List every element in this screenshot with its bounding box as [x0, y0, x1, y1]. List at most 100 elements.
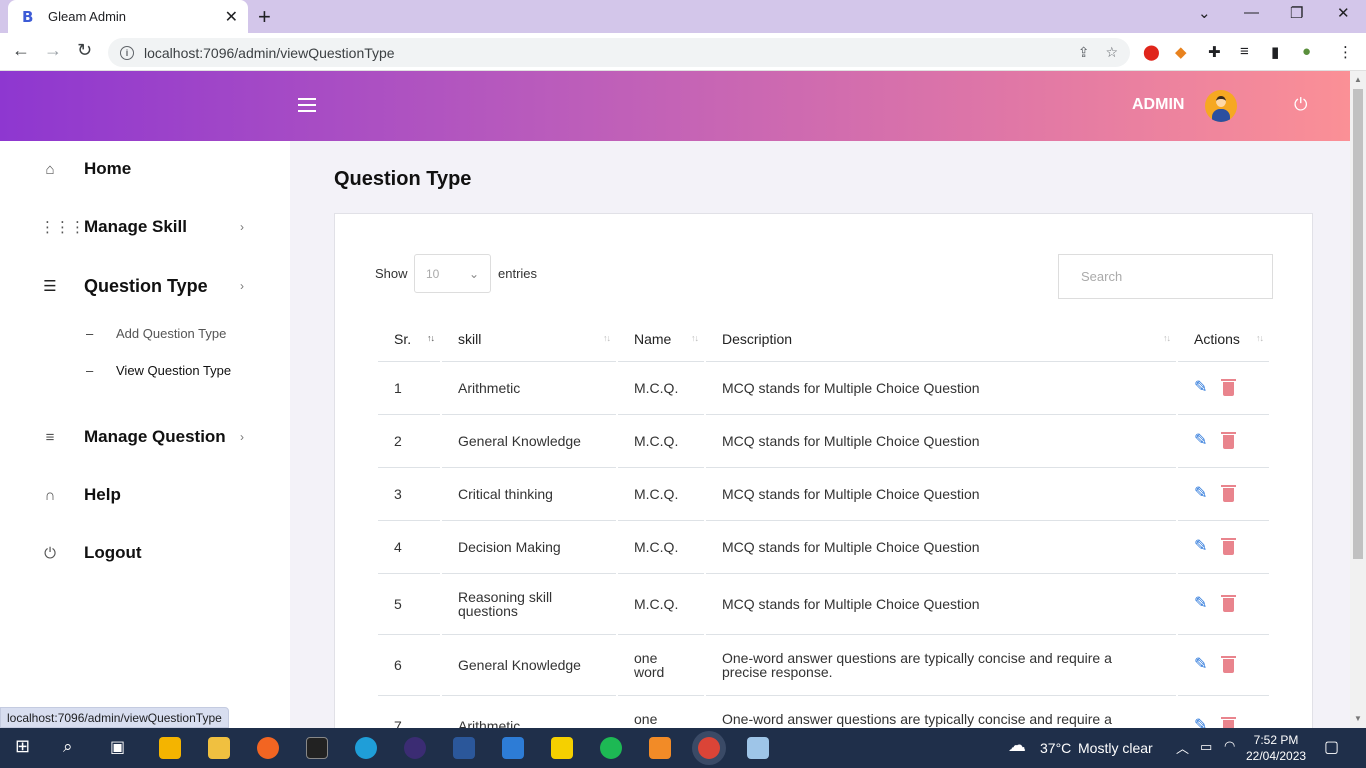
windows-start-icon[interactable]: ⊞ — [15, 736, 30, 757]
sidebar-item-home[interactable]: ⌂ Home — [0, 149, 290, 189]
edit-icon[interactable]: ✎ — [1194, 596, 1207, 612]
spotify-icon[interactable] — [600, 737, 622, 759]
delete-icon[interactable] — [1221, 484, 1237, 502]
edit-icon[interactable]: ✎ — [1194, 657, 1207, 673]
edge-icon[interactable] — [355, 737, 377, 759]
sidebar-item-help[interactable]: ∩ Help — [0, 475, 290, 515]
postman-icon[interactable] — [257, 737, 279, 759]
opera-extension-icon[interactable]: ⬤ — [1143, 43, 1160, 61]
column-header-skill[interactable]: skill ↑↓ — [442, 317, 616, 362]
info-icon[interactable]: i — [120, 45, 134, 60]
sidebar-item-question-type[interactable]: ☰ Question Type › — [0, 266, 290, 306]
column-header-actions[interactable]: Actions ↑↓ — [1178, 317, 1269, 362]
dash-icon: – — [86, 362, 94, 378]
close-tab-icon[interactable]: ✕ — [225, 7, 238, 27]
sort-icon: ↑↓ — [691, 333, 699, 343]
forward-icon[interactable]: → — [44, 40, 62, 61]
sidebar-subitem-view-question-type[interactable]: – View Question Type — [0, 358, 290, 382]
power-icon[interactable]: ⏻ — [1294, 95, 1307, 115]
visual-studio-icon[interactable] — [404, 737, 426, 759]
sidebar-subitem-label: View Question Type — [116, 362, 232, 378]
browser-menu-icon[interactable]: ⋮ — [1338, 43, 1353, 61]
cell-description: MCQ stands for Multiple Choice Question — [706, 521, 1176, 574]
wifi-icon[interactable]: ◠ — [1224, 738, 1235, 754]
tab-search-icon[interactable]: ⌄ — [1198, 4, 1211, 22]
browser-toolbar: ← → ↻ i localhost:7096/admin/viewQuestio… — [0, 33, 1366, 71]
edit-icon[interactable]: ✎ — [1194, 486, 1207, 502]
page-scrollbar[interactable]: ▲ ▼ — [1350, 71, 1366, 728]
weather-icon[interactable]: ☁ — [1008, 735, 1026, 756]
cell-description: MCQ stands for Multiple Choice Question — [706, 362, 1176, 415]
delete-icon[interactable] — [1221, 594, 1237, 612]
cell-sr: 2 — [378, 415, 440, 468]
delete-icon[interactable] — [1221, 655, 1237, 673]
sidebar-subitem-label: Add Question Type — [116, 325, 227, 341]
bookmark-star-icon[interactable]: ☆ — [1105, 44, 1118, 61]
side-panel-icon[interactable]: ▮ — [1271, 43, 1279, 61]
search-input[interactable]: Search — [1058, 254, 1273, 299]
restore-icon[interactable]: ❐ — [1290, 4, 1303, 22]
entries-select[interactable]: 10 ⌄ — [414, 254, 491, 293]
store-icon[interactable] — [159, 737, 181, 759]
file-explorer-icon[interactable] — [208, 737, 230, 759]
scrollbar-thumb[interactable] — [1353, 89, 1363, 559]
chrome-icon[interactable] — [698, 737, 720, 759]
avatar[interactable] — [1205, 90, 1237, 122]
url-text[interactable]: localhost:7096/admin/viewQuestionType — [144, 45, 1062, 61]
table-row: 2 General Knowledge M.C.Q. MCQ stands fo… — [378, 415, 1269, 468]
sidebar-item-label: Help — [84, 485, 121, 504]
scroll-up-icon[interactable]: ▲ — [1354, 75, 1362, 84]
media-queue-icon[interactable]: ≡ — [1240, 43, 1249, 60]
cell-actions: ✎ — [1178, 521, 1269, 574]
back-icon[interactable]: ← — [12, 40, 30, 61]
delete-icon[interactable] — [1221, 378, 1237, 396]
metamask-extension-icon[interactable]: ◆ — [1175, 43, 1187, 61]
calendar-icon[interactable] — [502, 737, 524, 759]
minimize-icon[interactable]: — — [1244, 4, 1259, 21]
search-icon[interactable]: ⌕ — [63, 737, 73, 757]
edit-icon[interactable]: ✎ — [1194, 539, 1207, 555]
notepad-icon[interactable] — [747, 737, 769, 759]
sidebar-item-logout[interactable]: ⏻ Logout — [0, 533, 290, 573]
new-tab-icon[interactable]: + — [258, 4, 271, 30]
scroll-down-icon[interactable]: ▼ — [1354, 714, 1362, 723]
word-icon[interactable] — [453, 737, 475, 759]
sticky-notes-icon[interactable] — [551, 737, 573, 759]
share-icon[interactable]: ⇪ — [1078, 44, 1090, 61]
cell-description: MCQ stands for Multiple Choice Question — [706, 574, 1176, 635]
clock-date: 22/04/2023 — [1246, 749, 1307, 763]
column-header-sr[interactable]: Sr. ↑↓ — [378, 317, 440, 362]
terminal-icon[interactable] — [306, 737, 328, 759]
sidebar-item-manage-question[interactable]: ≡ Manage Question › — [0, 417, 290, 457]
profile-avatar-icon[interactable]: ● — [1302, 43, 1311, 60]
home-icon: ⌂ — [45, 160, 55, 178]
menu-toggle-icon[interactable] — [298, 98, 316, 112]
extensions-puzzle-icon[interactable]: ✚ — [1208, 43, 1221, 61]
cell-sr: 5 — [378, 574, 440, 635]
column-header-name[interactable]: Name ↑↓ — [618, 317, 704, 362]
edit-icon[interactable]: ✎ — [1194, 433, 1207, 449]
reload-icon[interactable]: ↻ — [77, 40, 92, 61]
sidebar-item-manage-skill[interactable]: ⋮⋮⋮ Manage Skill › — [0, 207, 290, 247]
sidebar-subitem-add-question-type[interactable]: – Add Question Type — [0, 321, 290, 345]
battery-icon[interactable]: ▭ — [1200, 739, 1212, 755]
cell-name: M.C.Q. — [618, 521, 704, 574]
browser-tab[interactable]: B Gleam Admin ✕ — [8, 0, 248, 33]
system-clock[interactable]: 7:52 PM 22/04/2023 — [1246, 732, 1306, 764]
task-view-icon[interactable]: ▣ — [110, 737, 125, 757]
cell-actions: ✎ — [1178, 468, 1269, 521]
edit-icon[interactable]: ✎ — [1194, 380, 1207, 396]
address-bar[interactable]: i localhost:7096/admin/viewQuestionType … — [108, 38, 1130, 67]
column-header-description[interactable]: Description ↑↓ — [706, 317, 1176, 362]
chevron-up-icon[interactable]: ︿ — [1176, 738, 1189, 757]
grid-icon: ⋮⋮⋮ — [40, 219, 85, 236]
pdf-app-icon[interactable] — [649, 737, 671, 759]
weather-description[interactable]: Mostly clear — [1078, 740, 1153, 756]
close-window-icon[interactable]: ✕ — [1337, 4, 1350, 22]
delete-icon[interactable] — [1221, 431, 1237, 449]
weather-temperature[interactable]: 37°C — [1040, 740, 1071, 756]
app-header: ADMIN ⏻ — [0, 71, 1350, 141]
notification-icon[interactable]: ▢ — [1324, 737, 1339, 757]
cell-name: one word — [618, 635, 704, 696]
delete-icon[interactable] — [1221, 537, 1237, 555]
